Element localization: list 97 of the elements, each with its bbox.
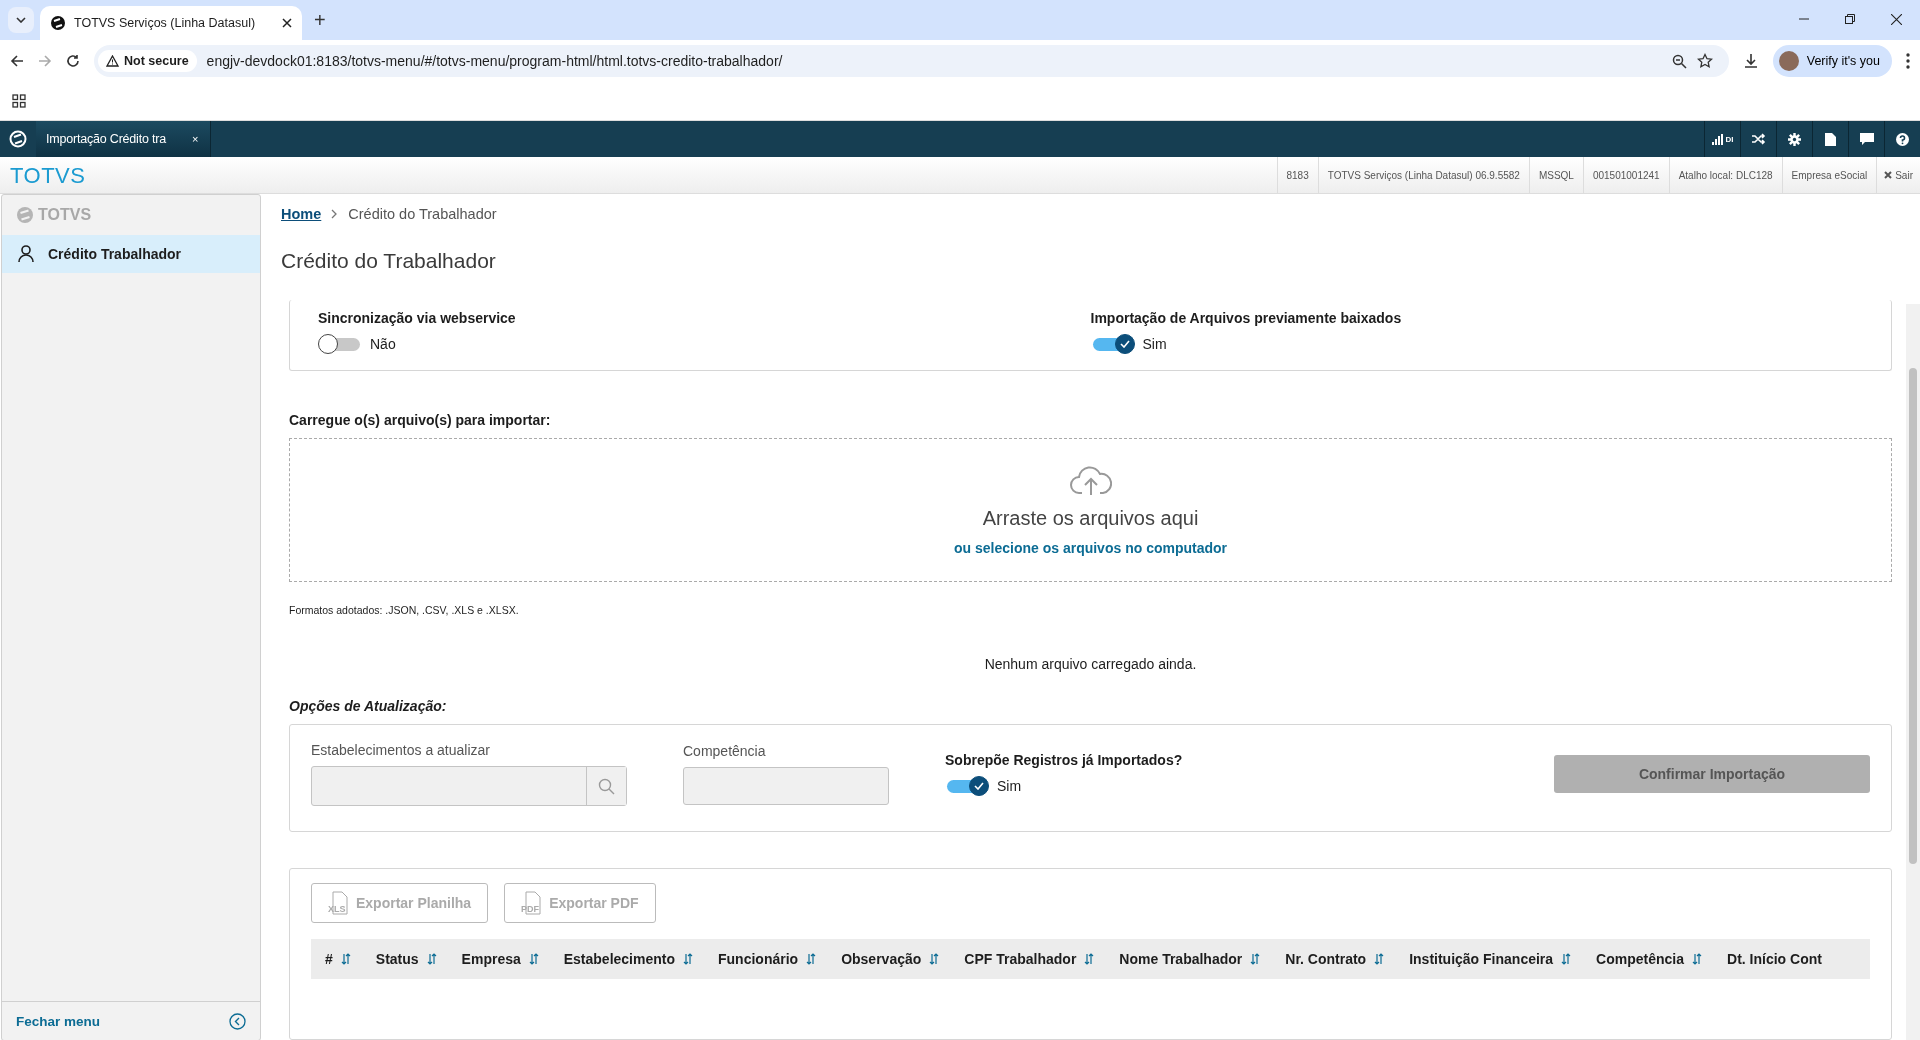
shuffle-icon <box>1751 133 1766 145</box>
info-item: TOTVS Serviços (Linha Datasul) 06.9.5582 <box>1317 157 1529 193</box>
reload-icon[interactable] <box>66 54 80 68</box>
signal-bars-icon <box>1711 133 1724 145</box>
column-header[interactable]: Nr. Contrato <box>1285 951 1385 967</box>
column-header[interactable]: Estabelecimento <box>563 951 693 967</box>
column-header[interactable]: Funcionário <box>718 951 817 967</box>
drop-zone[interactable]: Arraste os arquivos aqui ou selecione os arquivos no computador <box>289 438 1892 582</box>
close-icon[interactable] <box>282 18 292 28</box>
scrollbar[interactable] <box>1906 304 1920 1040</box>
sidebar-item[interactable]: Crédito Trabalhador <box>2 235 260 273</box>
page-title: Crédito do Trabalhador <box>280 248 497 273</box>
establishments-field[interactable] <box>311 766 627 806</box>
brand-logo: TOTVS <box>9 162 86 190</box>
apps-icon[interactable] <box>12 94 26 108</box>
zoom-icon[interactable] <box>1671 53 1687 69</box>
column-header[interactable]: Nome Trabalhador <box>1119 951 1261 967</box>
info-item: 001501001241 <box>1582 157 1669 193</box>
sort-icon[interactable] <box>1561 953 1572 965</box>
field-label: Sobrepõe Registros já Importados? <box>945 752 1183 768</box>
program-tab-title: Importação Crédito tra <box>46 132 166 146</box>
sort-icon[interactable] <box>683 953 693 965</box>
close-icon <box>1884 171 1893 179</box>
avatar <box>1778 51 1799 71</box>
settings-icon <box>1788 132 1801 146</box>
sort-icon[interactable] <box>1084 953 1095 965</box>
tab-title: TOTVS Serviços (Linha Datasul) <box>74 16 257 30</box>
sort-icon[interactable] <box>1692 953 1702 965</box>
field-label: Competência <box>683 743 767 759</box>
close-icon[interactable] <box>1891 14 1902 25</box>
help-icon <box>1896 132 1909 146</box>
search-icon <box>598 777 615 795</box>
logo-icon <box>9 130 27 148</box>
download-icon[interactable] <box>1742 53 1759 69</box>
url-text: engjv-devdock01:8183/totvs-menu/#/totvs-menu/program-html/html.totvs-credito-trabalhador/ <box>206 53 784 69</box>
chevron-down-icon <box>16 17 26 23</box>
new-tab-button[interactable]: + <box>314 9 326 32</box>
column-header[interactable]: CPF Trabalhador <box>964 951 1095 967</box>
period-field[interactable] <box>683 767 889 805</box>
restore-icon[interactable] <box>1845 14 1855 24</box>
column-header[interactable]: Empresa <box>461 951 539 967</box>
info-item: 8183 <box>1276 157 1318 193</box>
breadcrumb-link[interactable]: Home <box>281 206 322 222</box>
column-header[interactable]: Status <box>375 951 437 967</box>
browser-tab[interactable]: TOTVS Serviços (Linha Datasul) <box>40 6 302 40</box>
warning-icon <box>106 55 119 67</box>
drop-text: Arraste os arquivos aqui <box>982 506 1199 530</box>
close-tab-button[interactable]: × <box>191 133 199 145</box>
column-header[interactable]: # <box>325 951 351 967</box>
column-header[interactable]: Dt. Início Cont <box>1727 951 1822 967</box>
security-badge[interactable]: Not secure <box>98 50 197 72</box>
logout-button[interactable]: Sair <box>1876 157 1920 193</box>
toggle-label: Sim <box>1142 336 1167 352</box>
sort-icon[interactable] <box>426 953 437 965</box>
totvs-logo-icon <box>50 15 66 31</box>
collapse-icon <box>229 1012 246 1030</box>
info-item: Empresa eSocial <box>1781 157 1877 193</box>
address-bar[interactable]: Not secure engjv-devdock01:8183/totvs-menu/#/totvs-menu/program-html/html.totvs-credito-trabalhador/ <box>94 45 1729 77</box>
profile-button[interactable]: Verify it's you <box>1772 45 1892 77</box>
program-tab[interactable]: Importação Crédito tra × <box>36 121 212 157</box>
back-icon[interactable] <box>10 54 24 68</box>
sort-icon[interactable] <box>929 953 940 965</box>
toggle-label: Não <box>370 336 396 352</box>
cloud-upload-icon <box>1069 464 1112 497</box>
chat-bubble-icon <box>1859 133 1874 145</box>
close-menu-button[interactable]: Fechar menu <box>2 1001 260 1040</box>
info-item: Atalho local: DLC128 <box>1668 157 1782 193</box>
section-title: Opções de Atualização: <box>289 698 448 714</box>
sidebar-logo: TOTVS <box>2 195 260 235</box>
toggle-switch[interactable] <box>945 776 989 796</box>
user-icon <box>18 245 34 263</box>
info-item: MSSQL <box>1528 157 1583 193</box>
column-header[interactable]: Competência <box>1596 951 1702 967</box>
tab-list-button[interactable] <box>8 7 34 33</box>
field-label: Sincronização via webservice <box>318 310 517 326</box>
check-icon <box>974 782 984 790</box>
toggle-label: Sim <box>997 778 1022 794</box>
toggle-switch[interactable] <box>318 334 362 354</box>
column-header[interactable]: Observação <box>841 951 940 967</box>
formats-note: Formatos adotados: .JSON, .CSV, .XLS e .XLSX. <box>289 604 520 616</box>
star-icon[interactable] <box>1696 53 1713 69</box>
empty-message: Nenhum arquivo carregado ainda. <box>983 656 1198 672</box>
sort-icon[interactable] <box>528 953 539 965</box>
check-icon <box>1119 340 1130 348</box>
column-header[interactable]: Instituição Financeira <box>1409 951 1572 967</box>
sort-icon[interactable] <box>1374 953 1385 965</box>
select-files-link[interactable]: ou selecione os arquivos no computador <box>953 539 1228 556</box>
breadcrumb-current: Crédito do Trabalhador <box>348 206 497 222</box>
sort-icon[interactable] <box>340 953 351 965</box>
upload-label: Carregue o(s) arquivo(s) para importar: <box>289 412 552 428</box>
document-icon <box>1825 132 1836 146</box>
sort-icon[interactable] <box>1250 953 1261 965</box>
chevron-icon <box>331 209 339 219</box>
field-label: Importação de Arquivos previamente baixados <box>1090 310 1403 326</box>
field-label: Estabelecimentos a atualizar <box>311 742 491 758</box>
menu-icon[interactable] <box>1906 53 1910 69</box>
sort-icon[interactable] <box>806 953 817 965</box>
